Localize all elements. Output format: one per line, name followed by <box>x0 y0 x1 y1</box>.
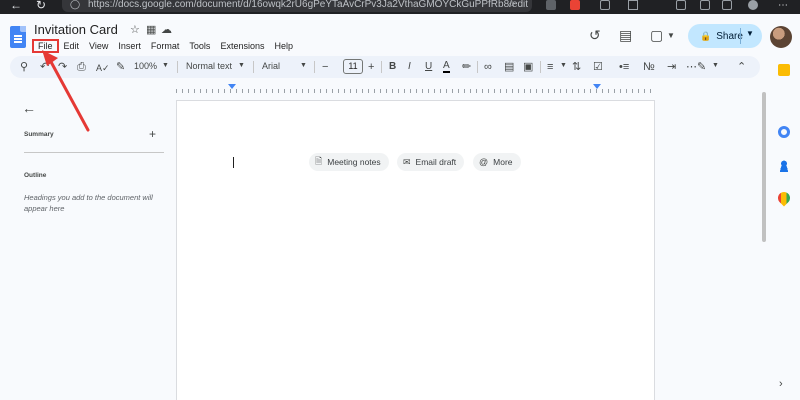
contacts-icon[interactable] <box>778 160 790 172</box>
collapse-icon[interactable]: ⌃ <box>737 60 746 74</box>
ruler[interactable] <box>176 83 656 93</box>
underline-icon[interactable]: U <box>425 60 432 74</box>
outline-hint: Headings you add to the document will ap… <box>24 193 153 213</box>
font-select[interactable]: Arial <box>262 61 280 71</box>
favorites-icon[interactable] <box>700 0 710 10</box>
redo-icon[interactable]: ↷ <box>58 60 67 74</box>
back-arrow-icon[interactable]: ← <box>22 100 36 116</box>
bullet-list-icon[interactable]: •≡ <box>619 60 629 74</box>
line-spacing-icon[interactable]: ⇅ <box>572 60 581 74</box>
decrease-size-icon[interactable]: − <box>322 60 328 74</box>
menu-help[interactable]: Help <box>269 39 298 53</box>
increase-size-icon[interactable]: + <box>368 60 374 74</box>
text-color-icon[interactable]: A <box>443 60 450 73</box>
chevron-down-icon[interactable]: ▼ <box>162 62 169 69</box>
back-icon[interactable]: ← <box>10 0 22 12</box>
move-to-folder-icon[interactable]: ▦ <box>146 23 156 36</box>
chevron-down-icon[interactable]: ▼ <box>712 62 719 69</box>
avatar[interactable] <box>770 26 792 48</box>
collections-icon[interactable] <box>722 0 732 10</box>
outline-label: Outline <box>24 172 47 179</box>
undo-icon[interactable]: ↶ <box>40 60 49 74</box>
image-icon[interactable]: ▣ <box>523 60 533 74</box>
chevron-down-icon[interactable]: ▼ <box>238 62 245 69</box>
menu-format[interactable]: Format <box>146 39 185 53</box>
numbered-list-icon[interactable]: № <box>643 60 655 74</box>
docs-header: Invitation Card ☆ ▦ ☁ File Edit View Ins… <box>0 14 800 56</box>
chevron-down-icon[interactable]: ▼ <box>746 29 754 38</box>
keep-icon[interactable] <box>778 64 790 76</box>
menu-view[interactable]: View <box>84 39 113 53</box>
font-size-input[interactable]: 11 <box>343 59 363 74</box>
right-indent-marker[interactable] <box>593 84 601 89</box>
extension-icon[interactable] <box>628 0 638 10</box>
align-icon[interactable]: ≡ <box>547 60 553 74</box>
refresh-icon[interactable]: ↻ <box>36 0 46 12</box>
zoom-select[interactable]: 100% <box>134 61 157 71</box>
menu-edit[interactable]: Edit <box>59 39 85 53</box>
share-button[interactable]: 🔒 Share ▼ <box>688 24 762 48</box>
chevron-down-icon[interactable]: ▼ <box>300 62 307 69</box>
docs-logo-icon[interactable] <box>10 26 26 48</box>
star-icon[interactable]: ☆ <box>130 23 140 36</box>
profile-icon[interactable] <box>748 0 758 10</box>
add-summary-icon[interactable]: + <box>149 127 156 141</box>
highlight-icon[interactable]: ✏ <box>462 60 471 74</box>
lock-icon: 🔒 <box>700 30 712 41</box>
paint-format-icon[interactable]: ✎ <box>116 60 125 74</box>
menu-extensions[interactable]: Extensions <box>215 39 269 53</box>
comments-icon[interactable]: ▤ <box>619 27 632 44</box>
document-icon: 🗎 <box>315 156 323 166</box>
link-icon[interactable]: ∞ <box>484 60 492 74</box>
star-icon[interactable]: ☆ <box>508 0 516 10</box>
lock-icon[interactable]: ◯ <box>70 0 80 10</box>
toolbar: ⚲ ↶ ↷ ⎙ A✓ ✎ 100% ▼ Normal text ▼ Arial … <box>10 56 760 78</box>
meeting-notes-chip[interactable]: 🗎 Meeting notes <box>309 153 389 171</box>
email-icon: ✉ <box>403 156 411 167</box>
extension-icon[interactable] <box>600 0 610 10</box>
document-page[interactable] <box>176 100 655 400</box>
chevron-right-icon[interactable]: › <box>779 378 783 390</box>
menu-icon[interactable]: ⋯ <box>778 0 788 11</box>
spellcheck-icon[interactable]: A✓ <box>96 61 110 75</box>
menu-bar: File Edit View Insert Format Tools Exten… <box>32 39 298 53</box>
at-sign-icon: @ <box>479 157 489 167</box>
text-cursor <box>233 157 234 168</box>
tasks-icon[interactable] <box>778 126 790 138</box>
more-chip[interactable]: @ More <box>473 153 521 171</box>
cloud-saved-icon[interactable]: ☁ <box>161 23 172 36</box>
bold-icon[interactable]: B <box>389 60 396 74</box>
clear-format-icon[interactable]: ⋯ <box>686 60 697 74</box>
print-icon[interactable]: ⎙ <box>77 60 86 74</box>
address-bar[interactable]: ◯ https://docs.google.com/document/d/16o… <box>62 0 532 12</box>
menu-file[interactable]: File <box>32 39 59 53</box>
document-title[interactable]: Invitation Card <box>34 22 118 37</box>
indent-icon[interactable]: ⇥ <box>667 60 676 74</box>
menu-insert[interactable]: Insert <box>113 39 146 53</box>
left-indent-marker[interactable] <box>228 84 236 89</box>
chevron-down-icon[interactable]: ▼ <box>667 31 675 40</box>
chevron-down-icon[interactable]: ▼ <box>560 62 567 69</box>
search-icon[interactable]: ⚲ <box>20 60 28 74</box>
scrollbar[interactable] <box>762 92 766 242</box>
url-text: https://docs.google.com/document/d/16owq… <box>88 0 529 10</box>
share-label: Share <box>716 30 743 42</box>
italic-icon[interactable]: I <box>408 60 411 74</box>
style-select[interactable]: Normal text <box>186 61 232 71</box>
version-history-icon[interactable]: ↺ <box>589 27 601 44</box>
email-draft-chip[interactable]: ✉ Email draft <box>397 153 465 171</box>
browser-bar: ← ↻ ◯ https://docs.google.com/document/d… <box>0 0 800 14</box>
checklist-icon[interactable]: ☑ <box>593 60 603 74</box>
extension-icon[interactable] <box>570 0 580 10</box>
summary-label: Summary <box>24 131 54 138</box>
divider <box>24 152 164 153</box>
extension-icon[interactable] <box>546 0 556 10</box>
editing-mode-icon[interactable]: ✎ <box>697 60 706 74</box>
side-panel <box>768 56 800 400</box>
comment-icon[interactable]: ▤ <box>504 60 514 74</box>
menu-tools[interactable]: Tools <box>184 39 215 53</box>
meet-icon[interactable]: ▢ <box>650 27 663 44</box>
split-icon[interactable] <box>676 0 686 10</box>
